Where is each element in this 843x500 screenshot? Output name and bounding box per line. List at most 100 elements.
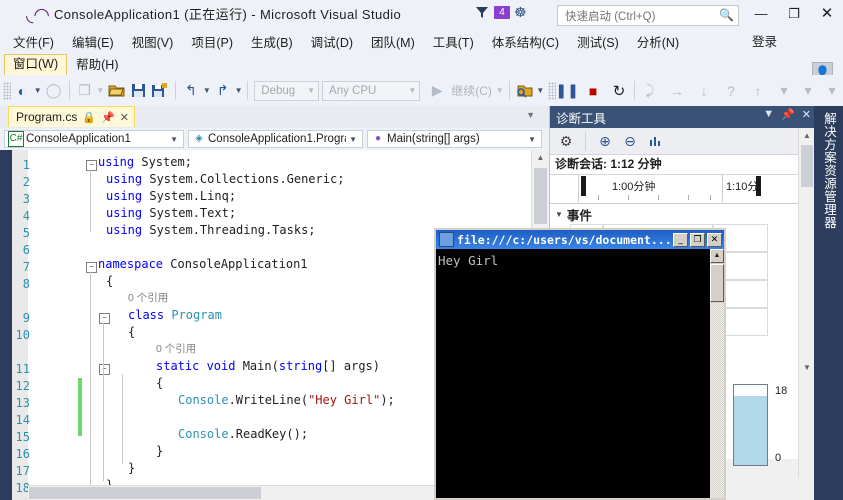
events-section-header[interactable]: ▼ 事件 xyxy=(550,204,803,225)
console-window[interactable]: file:///c:/users/vs/document... _ ❐ ✕ He… xyxy=(434,228,726,500)
codelens-reference-method[interactable]: 0 个引用 xyxy=(156,343,196,355)
horizontal-scroll-thumb[interactable] xyxy=(29,487,261,499)
menu-item-project[interactable]: 项目(P) xyxy=(182,33,242,53)
search-icon: 🔍 xyxy=(719,8,734,22)
notification-badge[interactable]: 4 xyxy=(494,6,510,19)
redo-icon[interactable]: ↱ xyxy=(212,79,234,103)
attach-dropdown-icon[interactable]: ▼ xyxy=(535,86,545,95)
menu-item-file[interactable]: 文件(F) xyxy=(4,33,63,53)
chevron-down-icon: ▼ xyxy=(402,86,416,95)
minimize-button[interactable]: — xyxy=(748,4,774,24)
toolbar-overflow2-icon[interactable]: ▾ xyxy=(821,79,843,103)
scroll-up-icon[interactable]: ▲ xyxy=(799,128,815,143)
menu-item-view[interactable]: 视图(V) xyxy=(123,33,183,53)
breakpoint-options-icon[interactable]: ▾ xyxy=(773,79,795,103)
restart-icon[interactable]: ↻ xyxy=(608,79,630,103)
line-number: 10 xyxy=(0,328,30,342)
lock-icon[interactable]: 🔒 xyxy=(82,111,96,124)
chevron-down-icon[interactable]: ▼ xyxy=(763,108,774,121)
codelens-reference-class[interactable]: 0 个引用 xyxy=(128,292,168,304)
navbar-type-combo[interactable]: ◈ ConsoleApplication1.Program ▼ xyxy=(188,130,363,148)
break-all-icon[interactable]: ❚❚ xyxy=(556,79,578,103)
gear-icon[interactable]: ⚙ xyxy=(556,131,576,151)
step-out-arrow-icon[interactable]: ↑ xyxy=(747,79,769,103)
diagnostic-vertical-scrollbar[interactable]: ▲ ▼ xyxy=(798,128,815,478)
undo-dropdown-icon[interactable]: ▼ xyxy=(202,86,212,95)
feedback-icon[interactable] xyxy=(474,4,490,20)
solution-platform-combo[interactable]: Any CPU ▼ xyxy=(322,81,420,101)
open-file-icon[interactable] xyxy=(105,79,127,103)
toolbar-overflow-icon[interactable]: ▾ xyxy=(797,79,819,103)
menu-row-secondary: 窗口(W) 帮助(H) xyxy=(4,54,127,76)
menu-item-test[interactable]: 测试(S) xyxy=(568,33,628,53)
console-scrollbar[interactable]: ▲ xyxy=(710,249,724,498)
toolbar-separator xyxy=(175,81,176,100)
new-project-icon[interactable]: ❐ xyxy=(73,79,95,103)
navigate-backward-icon[interactable]: ◐ xyxy=(11,79,33,103)
save-all-icon[interactable] xyxy=(149,79,171,103)
close-button[interactable]: ✕ xyxy=(814,4,840,24)
editor-tab-program-cs[interactable]: Program.cs 🔒 📌 ✕ xyxy=(8,106,135,127)
scroll-up-icon[interactable]: ▲ xyxy=(532,150,549,166)
attach-to-process-icon[interactable] xyxy=(513,79,535,103)
console-scroll-up-icon[interactable]: ▲ xyxy=(710,249,724,263)
code-line-2: using System.Collections.Generic; xyxy=(106,169,344,188)
step-over-icon[interactable]: → xyxy=(666,79,688,103)
diagnostic-tools-header[interactable]: 诊断工具 ▼ 📌 ✕ xyxy=(550,106,815,128)
zoom-out-icon[interactable]: ⊖ xyxy=(620,131,640,151)
console-minimize-button[interactable]: _ xyxy=(673,233,688,247)
show-next-statement-icon[interactable]: ⤸ xyxy=(639,79,661,103)
menu-item-team[interactable]: 团队(M) xyxy=(362,33,424,53)
tab-list-dropdown-icon[interactable]: ▼ xyxy=(526,110,535,120)
menu-item-debug[interactable]: 调试(D) xyxy=(302,33,362,53)
diagnostic-timeline[interactable]: 1:00分钟 1:10分 xyxy=(550,175,798,204)
menu-item-help[interactable]: 帮助(H) xyxy=(67,55,127,75)
menu-item-edit[interactable]: 编辑(E) xyxy=(63,33,123,53)
save-icon[interactable] xyxy=(127,79,149,103)
send-feedback-icon[interactable]: ☸ xyxy=(514,4,531,20)
menu-item-architecture[interactable]: 体系结构(C) xyxy=(483,33,568,53)
chart-view-icon[interactable] xyxy=(645,131,665,151)
zoom-in-icon[interactable]: ⊕ xyxy=(595,131,615,151)
line-number: 9 xyxy=(0,311,30,325)
stop-debugging-icon[interactable]: ■ xyxy=(582,79,604,103)
new-project-dropdown-icon[interactable]: ▼ xyxy=(95,86,105,95)
continue-dropdown-icon[interactable]: ▼ xyxy=(495,86,505,95)
redo-dropdown-icon[interactable]: ▼ xyxy=(234,86,244,95)
menu-item-build[interactable]: 生成(B) xyxy=(242,33,302,53)
menu-item-window[interactable]: 窗口(W) xyxy=(4,54,67,76)
quick-launch-input[interactable] xyxy=(563,7,715,26)
close-icon[interactable]: ✕ xyxy=(120,111,129,124)
pin-icon[interactable]: 📌 xyxy=(781,108,795,121)
solution-configuration-combo[interactable]: Debug ▼ xyxy=(254,81,319,101)
maximize-button[interactable]: ❐ xyxy=(781,4,807,24)
menu-item-tools[interactable]: 工具(T) xyxy=(424,33,483,53)
navigate-backward-dropdown-icon[interactable]: ▼ xyxy=(33,86,43,95)
scroll-down-icon[interactable]: ▼ xyxy=(799,360,815,375)
continue-play-icon[interactable]: ▶ xyxy=(426,79,448,103)
signin-link[interactable]: 登录 xyxy=(752,32,777,52)
navigate-forward-icon[interactable]: ◯ xyxy=(43,79,65,103)
console-scroll-thumb[interactable] xyxy=(710,264,724,302)
quick-launch[interactable]: 🔍 xyxy=(557,5,739,26)
undo-icon[interactable]: ↰ xyxy=(180,79,202,103)
navbar-member-combo[interactable]: ● Main(string[] args) ▼ xyxy=(367,130,542,148)
console-title-bar[interactable]: file:///c:/users/vs/document... _ ❐ ✕ xyxy=(436,230,724,249)
line-number: 12 xyxy=(0,379,30,393)
toolbar-grip[interactable] xyxy=(3,82,11,100)
step-into-icon[interactable]: ↓ xyxy=(693,79,715,103)
events-label: 事件 xyxy=(567,205,592,224)
step-out-icon[interactable]: ? xyxy=(720,79,742,103)
console-scroll-track[interactable] xyxy=(710,303,724,498)
close-icon[interactable]: ✕ xyxy=(802,108,811,121)
console-close-button[interactable]: ✕ xyxy=(707,233,722,247)
diagnostic-scroll-thumb[interactable] xyxy=(801,145,813,187)
solution-explorer-tab[interactable]: 解决方案资源管理器 xyxy=(814,106,843,500)
navbar-project-combo[interactable]: C# ConsoleApplication1 ▼ xyxy=(4,130,184,148)
pin-icon[interactable]: 📌 xyxy=(101,111,115,124)
menu-item-analyze[interactable]: 分析(N) xyxy=(628,33,688,53)
console-maximize-button[interactable]: ❐ xyxy=(690,233,705,247)
expander-triangle-icon[interactable]: ▼ xyxy=(555,210,563,219)
continue-label[interactable]: 继续(C) xyxy=(448,82,495,99)
vertical-scroll-thumb[interactable] xyxy=(534,168,547,224)
